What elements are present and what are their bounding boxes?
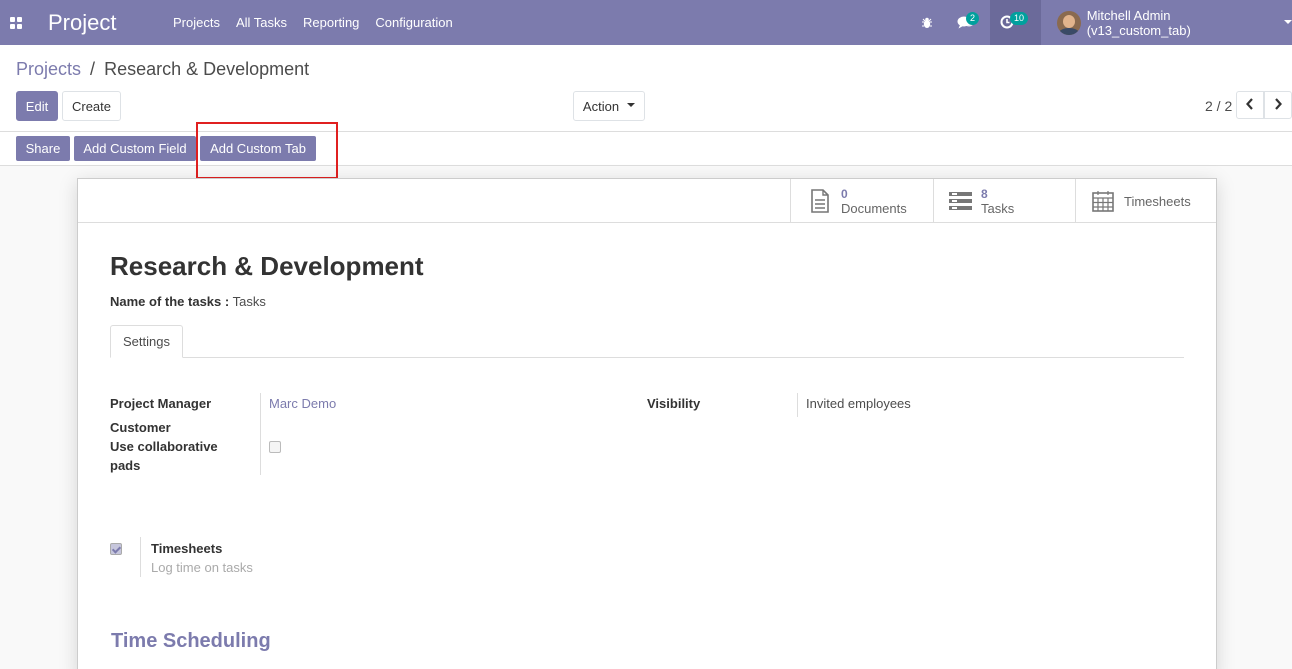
breadcrumb-projects-link[interactable]: Projects [16, 59, 81, 79]
name-of-tasks-value: Tasks [232, 294, 266, 309]
edit-button[interactable]: Edit [16, 91, 58, 121]
form-sheet: 0 Documents 8 Tasks Timesheets Research … [77, 178, 1217, 669]
visibility-value[interactable]: Invited employees [806, 396, 911, 411]
activities-button[interactable]: 10 [990, 0, 1041, 45]
user-name: Mitchell Admin (v13_custom_tab) [1086, 7, 1191, 38]
name-of-tasks-row: Name of the tasks : Tasks [110, 294, 266, 309]
chevron-right-icon [1274, 97, 1282, 113]
user-menu[interactable]: Mitchell Admin (v13_custom_tab) [1057, 0, 1292, 45]
name-of-tasks-label: Name of the tasks : [110, 294, 230, 309]
document-icon [807, 189, 833, 213]
action-label: Action [582, 98, 620, 114]
top-navbar: Project Projects All Tasks Reporting Con… [0, 0, 1292, 45]
timesheets-setting-label: Timesheets [151, 541, 223, 556]
project-manager-label: Project Manager [110, 396, 212, 411]
app-name: Project [48, 10, 117, 35]
tasks-label: Tasks [981, 200, 1015, 216]
project-manager-value[interactable]: Marc Demo [269, 396, 336, 411]
apps-menu-icon[interactable] [0, 0, 32, 45]
menu-item-configuration[interactable]: Configuration [367, 15, 460, 30]
collaborative-pads-label-line1: Use collaborative [110, 439, 218, 454]
field-divider [140, 537, 141, 577]
timesheets-stat-button[interactable]: Timesheets [1075, 179, 1216, 223]
collaborative-pads-checkbox[interactable] [269, 441, 281, 453]
breadcrumb-current: Research & Development [104, 59, 310, 79]
create-button[interactable]: Create [62, 91, 121, 121]
action-dropdown[interactable]: Action [573, 91, 645, 121]
visibility-label: Visibility [647, 396, 701, 411]
form-statusbar: Share Add Custom Field Add Custom Tab [0, 132, 1292, 166]
pager-previous-button[interactable] [1236, 91, 1264, 119]
field-divider [260, 393, 261, 475]
calendar-icon [1090, 190, 1116, 212]
time-scheduling-heading: Time Scheduling [111, 630, 271, 652]
timesheets-setting-help: Log time on tasks [151, 560, 253, 575]
activities-badge: 10 [1010, 12, 1029, 25]
chevron-down-icon [1284, 19, 1292, 24]
share-button[interactable]: Share [16, 136, 70, 161]
debug-bug-icon[interactable] [917, 0, 937, 45]
timesheets-checkbox[interactable] [110, 543, 122, 555]
caret-down-icon [627, 103, 636, 107]
menu-item-projects[interactable]: Projects [165, 15, 228, 30]
breadcrumb: Projects / Research & Development [16, 59, 309, 80]
main-menu: Projects All Tasks Reporting Configurati… [165, 0, 461, 45]
documents-count: 0 [841, 186, 848, 201]
documents-stat-button[interactable]: 0 Documents [790, 179, 933, 223]
menu-item-all-tasks[interactable]: All Tasks [228, 15, 295, 30]
tab-settings[interactable]: Settings [110, 325, 183, 358]
chevron-left-icon [1246, 97, 1254, 113]
menu-item-reporting[interactable]: Reporting [295, 15, 367, 30]
tasks-icon [947, 191, 973, 211]
breadcrumb-separator: / [90, 59, 96, 79]
add-custom-field-button[interactable]: Add Custom Field [74, 136, 196, 161]
customer-label: Customer [110, 420, 171, 435]
tasks-stat-button[interactable]: 8 Tasks [933, 179, 1075, 223]
messages-badge: 2 [966, 12, 980, 25]
pager-next-button[interactable] [1264, 91, 1292, 119]
pager-value[interactable]: 2 / 2 [1205, 98, 1232, 114]
tasks-count: 8 [981, 186, 988, 201]
messages-button[interactable]: 2 [948, 0, 984, 45]
timesheets-stat-label: Timesheets [1124, 193, 1191, 209]
collaborative-pads-label-line2: pads [110, 458, 141, 473]
project-title: Research & Development [110, 251, 424, 281]
highlight-box [196, 122, 338, 179]
control-panel: Projects / Research & Development Edit C… [0, 45, 1292, 132]
notebook-tabs: Settings [110, 325, 1184, 358]
field-divider [797, 393, 798, 417]
avatar [1057, 10, 1081, 35]
smart-button-box: 0 Documents 8 Tasks Timesheets [78, 179, 1216, 223]
documents-label: Documents [841, 200, 907, 216]
